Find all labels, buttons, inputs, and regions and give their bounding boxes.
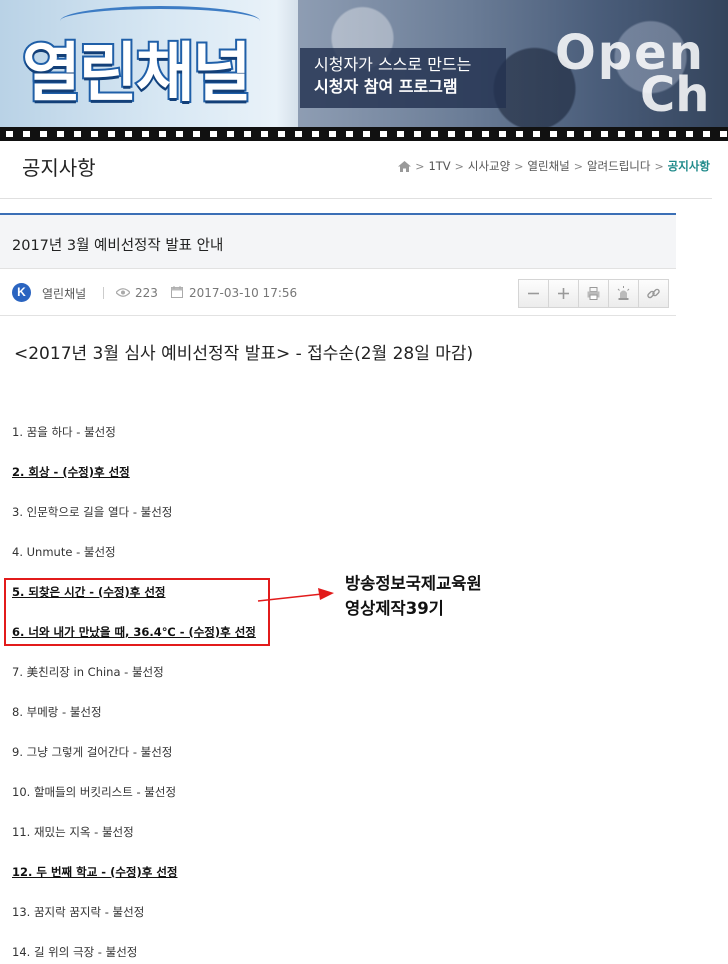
banner: 열린채널 시청자가 스스로 만드는 시청자 참여 프로그램 Open Ch: [0, 0, 728, 127]
copy-link-button[interactable]: [638, 279, 669, 308]
article-meta: K 열린채널 223 2017-03-10 17:56: [0, 270, 676, 316]
list-item: 8. 부메랑 - 불선정: [12, 705, 102, 719]
breadcrumb-item-current[interactable]: 공지사항: [668, 158, 710, 174]
list-item: 9. 그냥 그렇게 걸어간다 - 불선정: [12, 745, 173, 759]
page-title: 공지사항: [22, 156, 96, 180]
list-item: 13. 꿈지락 꿈지락 - 불선정: [12, 905, 145, 919]
breadcrumb: > 1TV > 시사교양 > 열린채널 > 알려드립니다 > 공지사항: [398, 158, 710, 174]
filmstrip-divider: [0, 127, 728, 141]
breadcrumb-item-notices[interactable]: 알려드립니다: [587, 158, 650, 174]
breadcrumb-item-1tv[interactable]: 1TV: [428, 159, 450, 173]
breadcrumb-separator: >: [573, 159, 583, 173]
eye-icon: [116, 288, 130, 297]
list-item: 10. 할매들의 버킷리스트 - 불선정: [12, 785, 177, 799]
breadcrumb-separator: >: [415, 159, 425, 173]
plus-icon: [558, 288, 569, 299]
post-date: 2017-03-10 17:56: [189, 286, 298, 300]
zoom-in-button[interactable]: [548, 279, 579, 308]
annotation-line-1: 방송정보국제교육원: [345, 574, 482, 593]
article-header: 2017년 3월 예비선정작 발표 안내: [0, 213, 676, 269]
list-item: 3. 인문학으로 길을 열다 - 불선정: [12, 505, 173, 519]
author-avatar: K: [12, 283, 31, 302]
print-button[interactable]: [578, 279, 609, 308]
breadcrumb-separator: >: [454, 159, 464, 173]
list-item: 11. 재밌는 지옥 - 불선정: [12, 825, 134, 839]
highlight-box: [4, 578, 270, 646]
list-item-selected: 12. 두 번째 학교 - (수정)후 선정: [12, 865, 178, 879]
breadcrumb-separator: >: [514, 159, 524, 173]
view-count: 223: [135, 286, 158, 300]
print-icon: [587, 287, 600, 300]
link-icon: [647, 288, 660, 299]
alert-icon: [617, 286, 630, 300]
header-divider: [0, 198, 712, 199]
banner-slogan: 시청자가 스스로 만드는 시청자 참여 프로그램: [300, 48, 506, 108]
minus-icon: [528, 292, 539, 295]
breadcrumb-item-culture[interactable]: 시사교양: [468, 158, 510, 174]
slogan-line-2: 시청자 참여 프로그램: [314, 77, 458, 96]
calendar-icon: [171, 286, 183, 298]
banner-channel-text: Ch: [640, 67, 710, 123]
logo[interactable]: 열린채널: [20, 22, 254, 114]
arrow-icon: [257, 588, 334, 602]
list-item-selected: 2. 회상 - (수정)후 선정: [12, 465, 130, 479]
meta-divider: [103, 287, 104, 299]
home-icon[interactable]: [398, 160, 412, 172]
author-name: 열린채널: [42, 287, 87, 301]
breadcrumb-separator: >: [654, 159, 664, 173]
article-title: 2017년 3월 예비선정작 발표 안내: [12, 238, 224, 254]
list-item: 7. 美친리장 in China - 불선정: [12, 665, 164, 679]
list-item: 14. 길 위의 극장 - 불선정: [12, 945, 138, 959]
breadcrumb-item-open-channel[interactable]: 열린채널: [527, 158, 569, 174]
annotation-line-2: 영상제작39기: [345, 599, 444, 618]
body-heading: <2017년 3월 심사 예비선정작 발표> - 접수순(2월 28일 마감): [14, 344, 474, 364]
zoom-out-button[interactable]: [518, 279, 549, 308]
list-item: 4. Unmute - 불선정: [12, 545, 116, 559]
article-tools: [518, 279, 669, 308]
report-button[interactable]: [608, 279, 639, 308]
slogan-line-1: 시청자가 스스로 만드는: [314, 55, 472, 74]
list-item: 1. 꿈을 하다 - 불선정: [12, 425, 116, 439]
annotation-text: 방송정보국제교육원 영상제작39기: [345, 571, 482, 621]
